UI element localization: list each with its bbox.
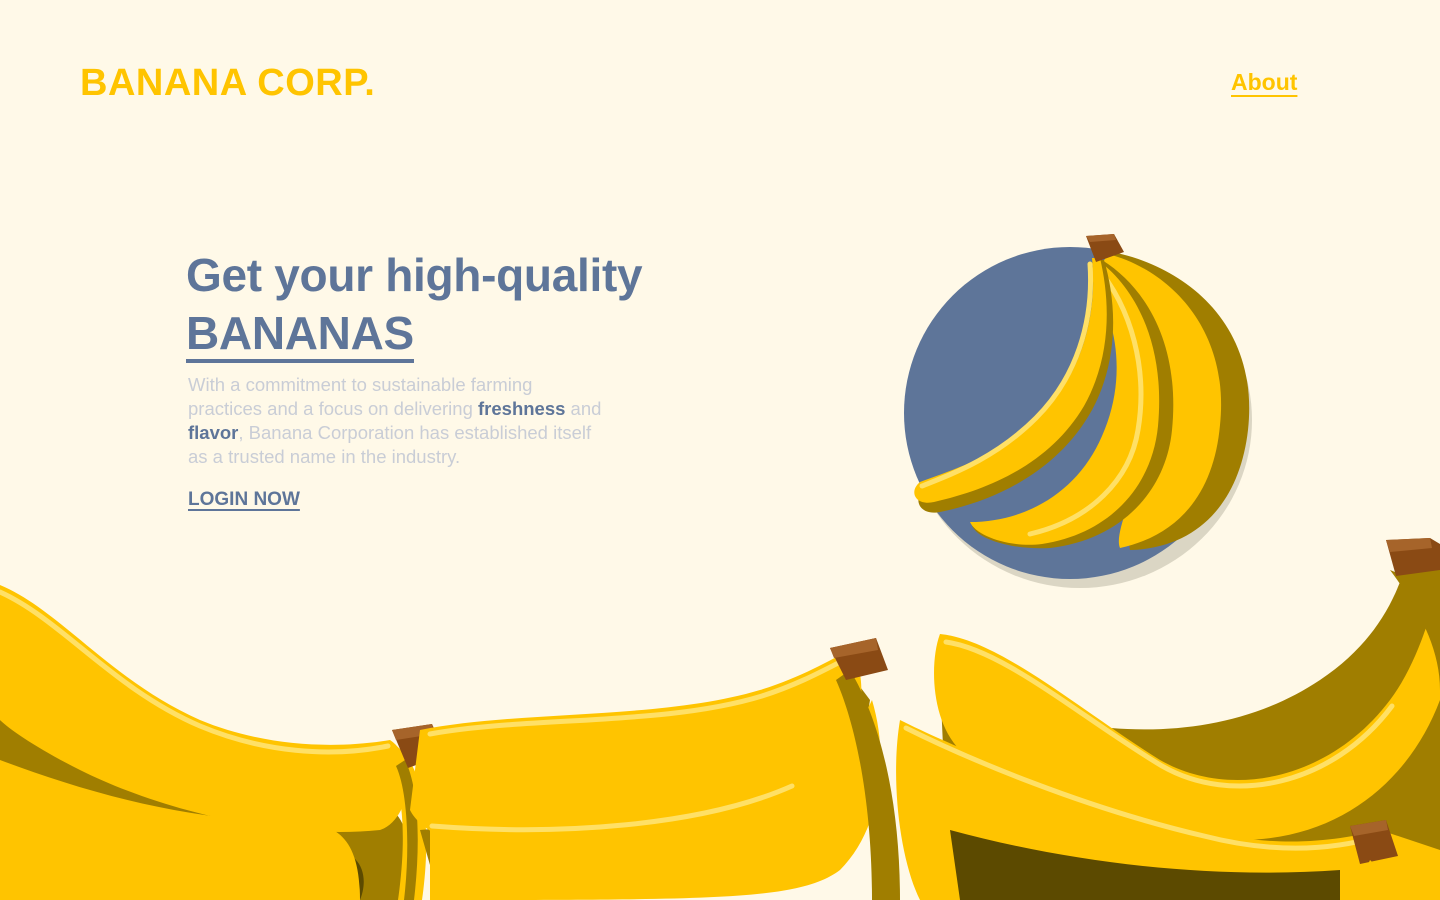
hero-title: Get your high-quality BANANAS [186,246,746,363]
brand-logo[interactable]: BANANA CORP. [80,62,375,105]
nav-about-link[interactable]: About [1231,69,1297,96]
hero-description-emphasis-freshness: freshness [478,398,566,419]
hero-description-emphasis-flavor: flavor [188,422,239,443]
login-now-button[interactable]: LOGIN NOW [188,489,300,511]
hero-section: Get your high-quality BANANAS With a com… [186,246,746,511]
hero-description-text: , Banana Corporation has established its… [188,422,592,467]
banana-pile-illustration [0,538,1440,900]
hero-description-text: and [565,398,602,419]
hero-title-highlight: BANANAS [186,307,414,363]
hero-description: With a commitment to sustainable farming… [188,373,608,469]
landing-page: BANANA CORP. About Get your high-quality… [0,0,1440,900]
hero-title-line: Get your high-quality [186,249,643,301]
